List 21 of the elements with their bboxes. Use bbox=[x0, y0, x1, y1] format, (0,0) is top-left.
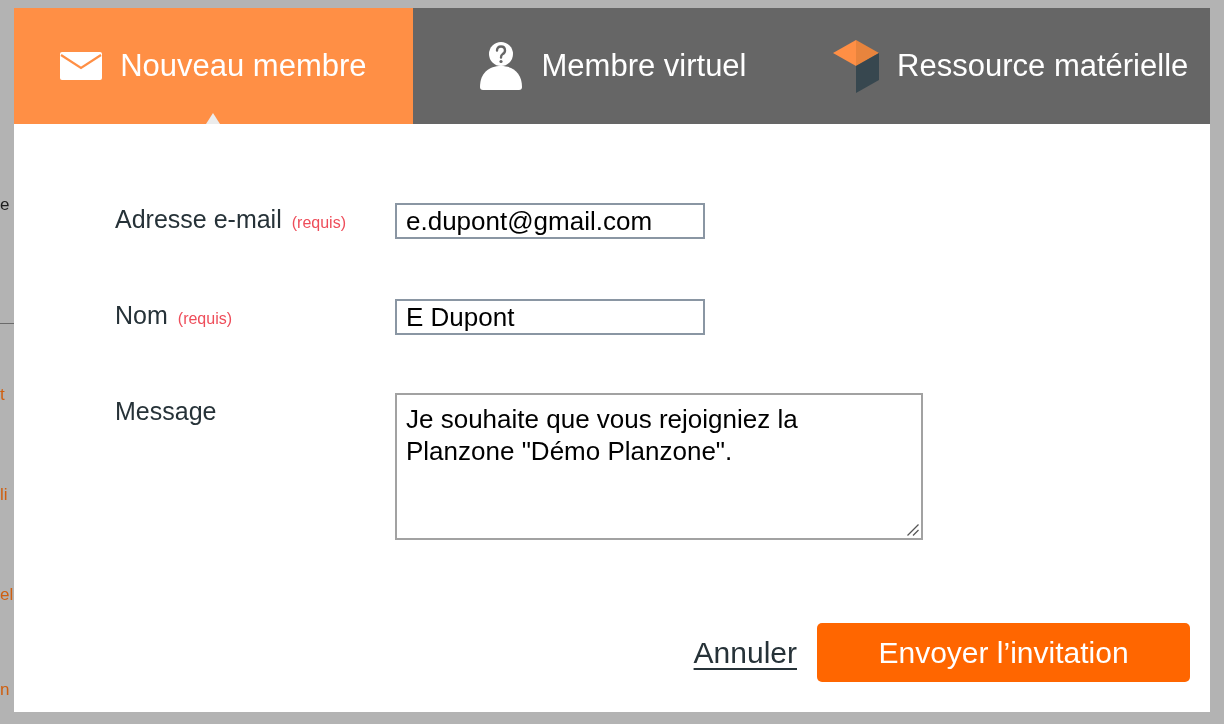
background-text: n bbox=[0, 679, 11, 701]
field-label: Nom bbox=[115, 300, 168, 331]
background-text: t bbox=[0, 384, 6, 406]
field-label: Adresse e-mail bbox=[115, 204, 282, 235]
background-text: e bbox=[0, 194, 11, 216]
input-field[interactable]: E Dupont bbox=[395, 299, 705, 335]
cancel-link[interactable]: Annuler bbox=[693, 630, 797, 675]
background-text: el bbox=[0, 584, 14, 606]
cube-icon bbox=[833, 39, 880, 93]
message-field[interactable]: Je souhaite que vous rejoigniez la Planzone "Démo Planzone". bbox=[395, 393, 923, 540]
tab-pointer-icon bbox=[206, 113, 221, 124]
input-field[interactable]: e.dupont@gmail.com bbox=[395, 203, 705, 239]
envelope-icon bbox=[60, 52, 103, 80]
tab[interactable]: Membre virtuel bbox=[412, 8, 812, 124]
resize-grip-icon[interactable] bbox=[907, 524, 919, 536]
person-question-icon bbox=[477, 42, 524, 90]
background-text: li bbox=[0, 484, 9, 506]
tab[interactable]: Ressource matérielle bbox=[811, 8, 1210, 124]
required-note: (requis) bbox=[177, 309, 233, 329]
field-label: Message bbox=[115, 396, 217, 427]
required-note: (requis) bbox=[291, 213, 346, 233]
